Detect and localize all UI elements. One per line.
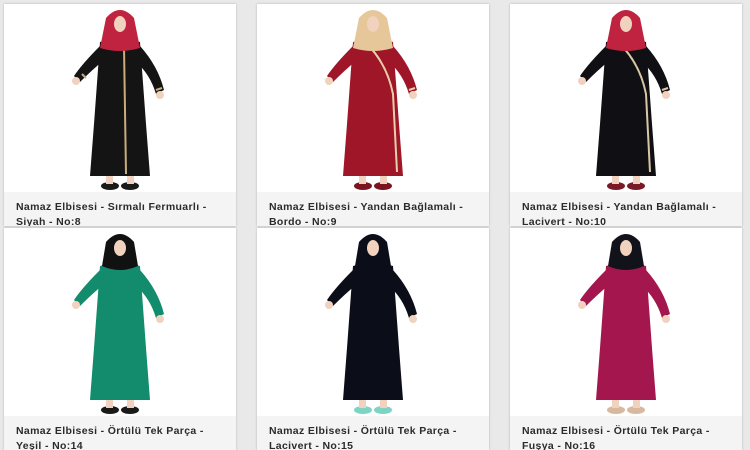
product-image[interactable] <box>4 228 236 416</box>
hand <box>578 77 586 85</box>
product-title-line1: Namaz Elbisesi - Örtülü Tek Parça - <box>269 425 457 437</box>
product-card[interactable]: Namaz Elbisesi - Örtülü Tek Parça - Yeşi… <box>4 228 236 450</box>
product-figure <box>72 234 164 414</box>
face <box>114 16 126 32</box>
product-card[interactable]: Namaz Elbisesi - Örtülü Tek Parça - Laci… <box>257 228 489 450</box>
product-title-line1: Namaz Elbisesi - Yandan Bağlamalı - <box>269 201 464 213</box>
product-card[interactable]: Namaz Elbisesi - Örtülü Tek Parça - Fuşy… <box>510 228 742 450</box>
product-title-line2: Yeşil - No:14 <box>16 440 83 450</box>
product-title[interactable]: Namaz Elbisesi - Yandan Bağlamalı - Laci… <box>510 192 742 226</box>
product-grid: Namaz Elbisesi - Sırmalı Fermuarlı - Siy… <box>0 0 750 450</box>
product-card[interactable]: Namaz Elbisesi - Yandan Bağlamalı - Bord… <box>257 4 489 226</box>
product-title-line2: Fuşya - No:16 <box>522 440 596 450</box>
hand <box>325 77 333 85</box>
hand <box>409 91 417 99</box>
product-image[interactable] <box>257 4 489 192</box>
product-title-line2: Bordo - No:9 <box>269 216 337 226</box>
hand <box>156 91 164 99</box>
dress-body <box>596 263 656 400</box>
product-title-line2: Siyah - No:8 <box>16 216 81 226</box>
product-image[interactable] <box>510 228 742 416</box>
hand <box>156 315 164 323</box>
product-figure <box>325 234 417 414</box>
product-figure <box>578 10 670 190</box>
product-title[interactable]: Namaz Elbisesi - Sırmalı Fermuarlı - Siy… <box>4 192 236 226</box>
product-figure <box>325 10 417 190</box>
hand <box>662 91 670 99</box>
dress-body <box>343 263 403 400</box>
face <box>367 240 379 256</box>
hand <box>578 301 586 309</box>
hand <box>662 315 670 323</box>
face <box>620 16 632 32</box>
product-title[interactable]: Namaz Elbisesi - Yandan Bağlamalı - Bord… <box>257 192 489 226</box>
hand <box>72 301 80 309</box>
hand <box>72 77 80 85</box>
product-title-line2: Lacivert - No:10 <box>522 216 607 226</box>
product-figure <box>72 10 164 190</box>
product-title[interactable]: Namaz Elbisesi - Örtülü Tek Parça - Fuşy… <box>510 416 742 450</box>
product-title-line1: Namaz Elbisesi - Örtülü Tek Parça - <box>16 425 204 437</box>
product-title[interactable]: Namaz Elbisesi - Örtülü Tek Parça - Laci… <box>257 416 489 450</box>
hand <box>409 315 417 323</box>
product-card[interactable]: Namaz Elbisesi - Sırmalı Fermuarlı - Siy… <box>4 4 236 226</box>
product-title-line1: Namaz Elbisesi - Örtülü Tek Parça - <box>522 425 710 437</box>
hand <box>325 301 333 309</box>
product-title-line1: Namaz Elbisesi - Yandan Bağlamalı - <box>522 201 717 213</box>
face <box>620 240 632 256</box>
dress-body <box>90 263 150 400</box>
product-image[interactable] <box>510 4 742 192</box>
face <box>114 240 126 256</box>
product-figure <box>578 234 670 414</box>
dress-body <box>90 39 150 176</box>
face <box>367 16 379 32</box>
product-title-line2: Lacivert - No:15 <box>269 440 354 450</box>
product-image[interactable] <box>4 4 236 192</box>
product-title[interactable]: Namaz Elbisesi - Örtülü Tek Parça - Yeşi… <box>4 416 236 450</box>
product-title-line1: Namaz Elbisesi - Sırmalı Fermuarlı - <box>16 201 207 213</box>
product-card[interactable]: Namaz Elbisesi - Yandan Bağlamalı - Laci… <box>510 4 742 226</box>
product-image[interactable] <box>257 228 489 416</box>
